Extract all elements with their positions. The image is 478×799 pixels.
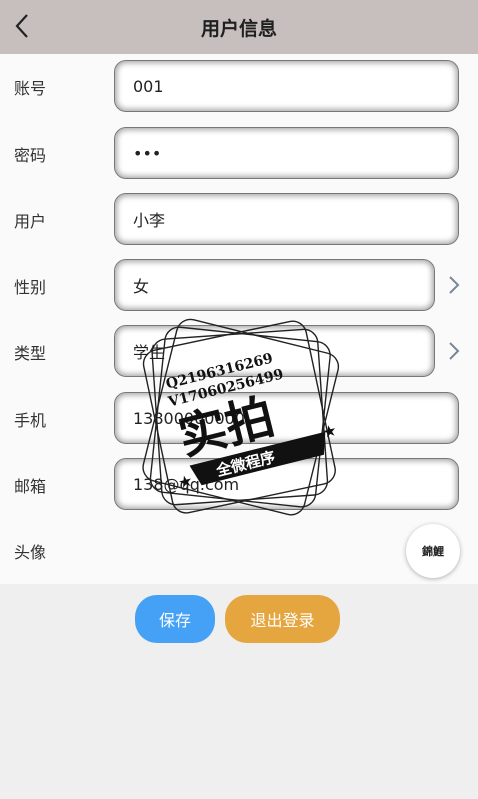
avatar-label: 头像	[14, 543, 47, 562]
chevron-left-icon	[15, 14, 28, 38]
gender-select[interactable]: 女	[114, 259, 435, 311]
password-field[interactable]: •••	[114, 127, 459, 179]
chevron-right-icon[interactable]	[444, 339, 464, 363]
type-row[interactable]: 类型 学生	[0, 325, 478, 379]
username-label: 用户	[14, 212, 47, 231]
chevron-right-icon[interactable]	[444, 273, 464, 297]
email-row: 邮箱 138@qq.com	[0, 458, 478, 512]
back-button[interactable]	[10, 12, 34, 40]
avatar[interactable]: 錦鯉	[406, 524, 460, 578]
type-select[interactable]: 学生	[114, 325, 435, 377]
gender-row[interactable]: 性别 女	[0, 259, 478, 313]
phone-field[interactable]: 13800000000	[114, 392, 459, 444]
password-label: 密码	[14, 146, 47, 165]
logout-button[interactable]: 退出登录	[225, 595, 340, 643]
type-label: 类型	[14, 344, 47, 363]
phone-label: 手机	[14, 411, 47, 430]
password-row: 密码 •••	[0, 127, 478, 181]
page-title: 用户信息	[200, 17, 277, 40]
email-label: 邮箱	[14, 477, 47, 496]
user-info-form: 账号 001 密码 ••• 用户 小李 性别 女 类型 学生 手机 138000…	[0, 54, 478, 584]
username-field[interactable]: 小李	[114, 193, 459, 245]
gender-label: 性别	[14, 278, 47, 297]
save-button[interactable]: 保存	[135, 595, 215, 643]
email-field[interactable]: 138@qq.com	[114, 458, 459, 510]
username-row: 用户 小李	[0, 193, 478, 247]
account-label: 账号	[14, 79, 47, 98]
account-field[interactable]: 001	[114, 60, 459, 112]
header-bar: 用户信息	[0, 0, 478, 54]
account-row: 账号 001	[0, 60, 478, 114]
phone-row: 手机 13800000000	[0, 392, 478, 446]
